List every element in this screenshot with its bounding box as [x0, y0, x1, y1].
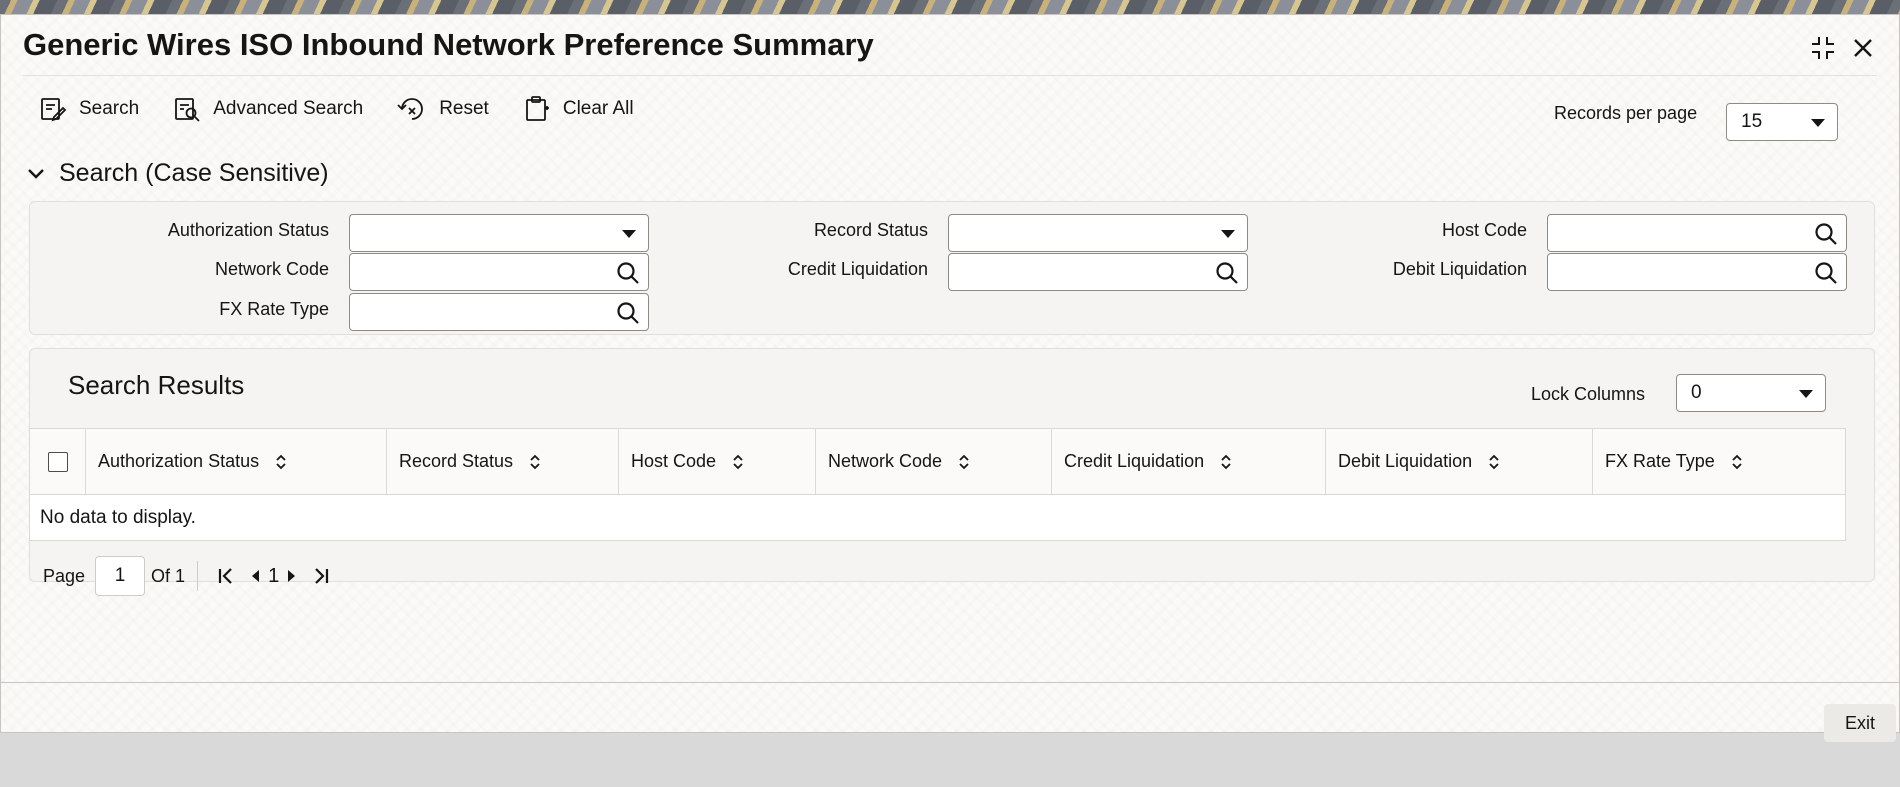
page-number-input[interactable]: 1	[95, 556, 146, 596]
previous-page-icon	[252, 570, 260, 582]
first-page-icon	[218, 568, 232, 584]
sort-icon[interactable]	[958, 453, 970, 471]
search-section-toggle[interactable]: Search (Case Sensitive)	[27, 159, 329, 188]
record-status-select[interactable]	[948, 214, 1248, 252]
magnifier-icon[interactable]	[616, 261, 640, 285]
select-all-checkbox[interactable]	[47, 451, 68, 472]
magnifier-icon[interactable]	[1814, 261, 1838, 285]
reset-icon	[397, 98, 424, 120]
sort-icon[interactable]	[275, 453, 287, 471]
sort-icon[interactable]	[1488, 453, 1500, 471]
records-per-page-select[interactable]: 15	[1726, 103, 1838, 141]
lock-columns-value: 0	[1691, 382, 1702, 403]
debit-liquidation-input[interactable]	[1547, 253, 1847, 291]
column-label: Network Code	[828, 451, 943, 471]
title-divider	[23, 75, 1877, 76]
search-button-label: Search	[79, 98, 140, 119]
column-record-status[interactable]: Record Status	[387, 429, 619, 494]
column-host-code[interactable]: Host Code	[619, 429, 816, 494]
chevron-down-icon	[28, 168, 44, 179]
page-of-label: Of 1	[151, 565, 186, 586]
pagination: Page 1 Of 1 1	[43, 556, 337, 596]
top-banner-strip	[0, 0, 1900, 14]
search-section-title: Search (Case Sensitive)	[59, 159, 329, 187]
magnifier-icon[interactable]	[1215, 261, 1239, 285]
advanced-search-button[interactable]: Advanced Search	[173, 89, 377, 129]
network-code-label: Network Code	[214, 259, 329, 279]
clear-all-button[interactable]: Clear All	[523, 89, 648, 129]
advanced-search-icon	[175, 98, 200, 122]
last-page-button[interactable]	[311, 566, 331, 586]
search-icon	[41, 98, 67, 122]
host-code-label: Host Code	[1441, 220, 1527, 240]
clear-all-button-label: Clear All	[562, 98, 634, 119]
table-header: Authorization Status Record Status Host …	[30, 429, 1845, 495]
sort-icon[interactable]	[1220, 453, 1232, 471]
next-page-button[interactable]	[285, 566, 299, 586]
lock-columns-select[interactable]: 0	[1676, 374, 1826, 412]
close-button[interactable]	[1846, 31, 1880, 65]
authorization-status-select[interactable]	[349, 214, 649, 252]
dropdown-caret-icon	[1221, 230, 1235, 238]
next-page-icon	[288, 570, 296, 582]
exit-button[interactable]: Exit	[1824, 704, 1896, 742]
fx-rate-type-label: FX Rate Type	[219, 299, 329, 319]
footer-divider	[1, 682, 1900, 683]
sort-icon[interactable]	[529, 453, 541, 471]
column-debit-liquidation[interactable]: Debit Liquidation	[1326, 429, 1593, 494]
maximize-button[interactable]	[1806, 31, 1840, 65]
summary-window: Generic Wires ISO Inbound Network Prefer…	[0, 14, 1900, 742]
page-label: Page	[43, 565, 86, 586]
dropdown-caret-icon	[1799, 390, 1813, 398]
host-code-input[interactable]	[1547, 214, 1847, 252]
sort-icon[interactable]	[732, 453, 744, 471]
results-table: Authorization Status Record Status Host …	[29, 428, 1846, 541]
fx-rate-type-input[interactable]	[349, 293, 649, 331]
maximize-icon	[1812, 37, 1834, 59]
lock-columns-label: Lock Columns	[1531, 384, 1646, 404]
column-network-code[interactable]: Network Code	[816, 429, 1052, 494]
close-icon	[1854, 39, 1872, 57]
credit-liquidation-label: Credit Liquidation	[787, 259, 928, 279]
column-label: Debit Liquidation	[1338, 451, 1473, 471]
current-page-indicator: 1	[268, 564, 280, 587]
column-label: Host Code	[631, 451, 717, 471]
toolbar: Search Advanced Search Reset Clear All	[39, 89, 668, 129]
pager-divider	[197, 561, 199, 591]
network-code-input[interactable]	[349, 253, 649, 291]
search-button[interactable]: Search	[39, 89, 153, 129]
reset-button[interactable]: Reset	[397, 89, 503, 129]
column-label: Record Status	[399, 451, 514, 471]
page-title: Generic Wires ISO Inbound Network Prefer…	[23, 27, 874, 62]
clear-all-icon	[525, 96, 549, 121]
column-authorization-status[interactable]: Authorization Status	[86, 429, 387, 494]
last-page-icon	[315, 568, 329, 584]
column-label: Credit Liquidation	[1064, 451, 1205, 471]
dropdown-caret-icon	[622, 230, 636, 238]
dropdown-caret-icon	[1811, 119, 1825, 127]
column-fx-rate-type[interactable]: FX Rate Type	[1593, 429, 1845, 494]
magnifier-icon[interactable]	[1814, 222, 1838, 246]
search-criteria-panel: Authorization Status Record Status Host …	[29, 201, 1875, 335]
record-status-label: Record Status	[813, 220, 928, 240]
sort-icon[interactable]	[1731, 453, 1743, 471]
first-page-button[interactable]	[216, 566, 236, 586]
records-per-page-label: Records per page	[1554, 103, 1698, 123]
credit-liquidation-input[interactable]	[948, 253, 1248, 291]
debit-liquidation-label: Debit Liquidation	[1392, 259, 1527, 279]
empty-message: No data to display.	[40, 506, 196, 528]
advanced-search-button-label: Advanced Search	[213, 98, 364, 119]
records-per-page-value: 15	[1741, 111, 1763, 132]
column-label: FX Rate Type	[1605, 451, 1715, 471]
previous-page-button[interactable]	[248, 566, 262, 586]
column-credit-liquidation[interactable]: Credit Liquidation	[1052, 429, 1326, 494]
search-results-title: Search Results	[68, 370, 245, 400]
reset-button-label: Reset	[439, 98, 489, 119]
authorization-status-label: Authorization Status	[167, 220, 329, 240]
select-all-column	[30, 429, 86, 494]
column-label: Authorization Status	[98, 451, 260, 471]
page-number-value: 1	[114, 565, 126, 586]
magnifier-icon[interactable]	[616, 301, 640, 325]
